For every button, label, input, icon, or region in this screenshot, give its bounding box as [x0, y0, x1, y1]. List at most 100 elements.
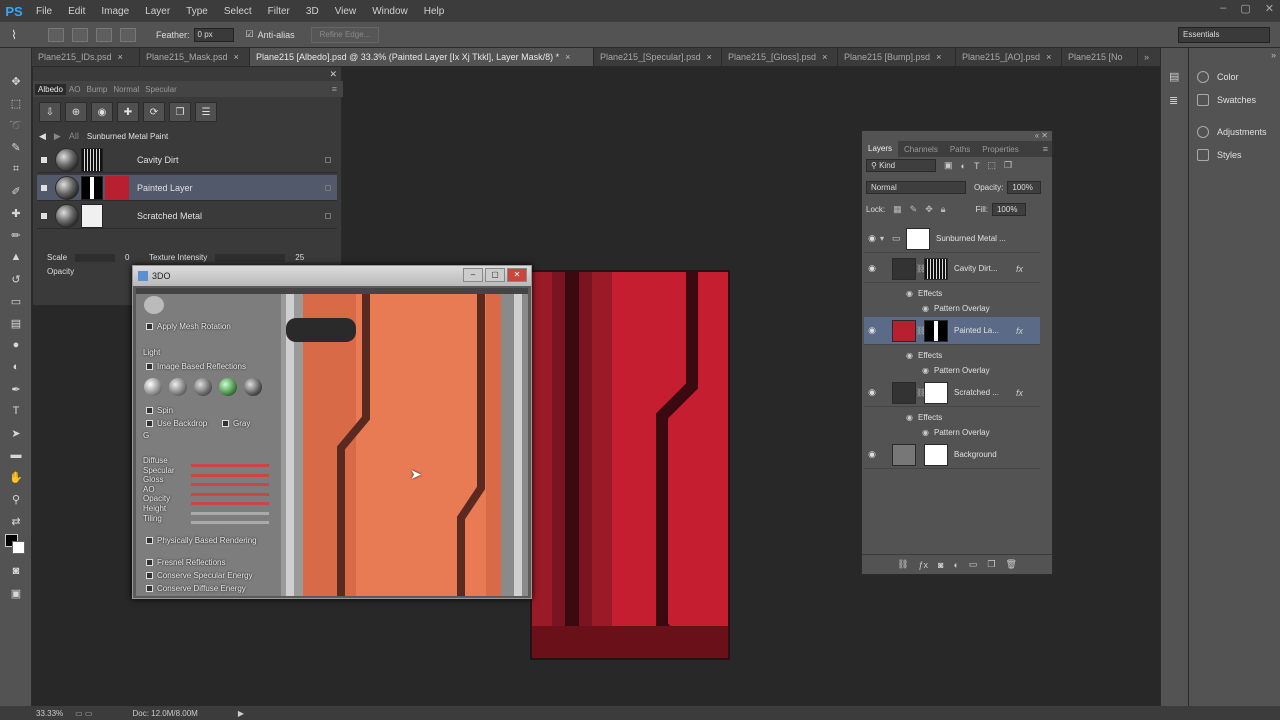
lock-transparent-icon[interactable]: ▦ [893, 204, 902, 215]
blend-mode-select[interactable]: Normal [866, 181, 966, 194]
import-icon[interactable]: ⇩ [39, 102, 61, 122]
ao-slider[interactable] [191, 493, 269, 496]
tab-close-icon[interactable]: × [822, 52, 827, 62]
panel-menu-icon[interactable]: ≡ [332, 84, 337, 94]
scale-slider[interactable] [75, 253, 116, 262]
type-tool-icon[interactable]: T [0, 400, 32, 422]
healing-tool-icon[interactable]: ✚ [0, 202, 32, 224]
shape-tool-icon[interactable]: ▬ [0, 444, 32, 466]
zoom-tool-icon[interactable]: ⚲ [0, 488, 32, 510]
blur-tool-icon[interactable]: ● [0, 334, 32, 356]
tab-properties[interactable]: Properties [976, 145, 1024, 154]
stamp-tool-icon[interactable]: ▲ [0, 246, 32, 268]
delete-layer-icon[interactable]: 🗑︎ [1005, 559, 1016, 570]
history-panel-icon[interactable]: ▤ [1169, 70, 1179, 83]
visibility-eye-icon[interactable]: ◉ [864, 387, 880, 398]
height-slider[interactable] [191, 512, 269, 515]
path-all[interactable]: All [69, 131, 79, 141]
gray-checkbox[interactable] [222, 420, 229, 427]
link-layers-icon[interactable]: ⛓ [897, 559, 908, 570]
tiling-slider[interactable] [191, 521, 269, 524]
properties-panel-icon[interactable]: ≣ [1169, 94, 1178, 107]
pattern-overlay-effect[interactable]: ◉ Pattern Overlay [922, 363, 990, 377]
menu-view[interactable]: View [327, 6, 365, 17]
fill-input[interactable]: 100% [991, 203, 1026, 216]
layer-cavity-dirt[interactable]: ◉ ⛓ Cavity Dirt... fx [864, 255, 1040, 283]
layers-menu-icon[interactable]: ≡ [1043, 144, 1048, 154]
history-brush-icon[interactable]: ↺ [0, 268, 32, 290]
tab-ids[interactable]: Plane215_IDs.psd × [32, 48, 140, 66]
menu-window[interactable]: Window [364, 6, 416, 17]
tab-overflow-icon[interactable]: » [1138, 48, 1158, 66]
env-preset-icon[interactable] [194, 378, 212, 396]
tab-specular[interactable]: Plane215_[Specular].psd × [594, 48, 722, 66]
menu-edit[interactable]: Edit [60, 6, 93, 17]
lasso-tool-icon[interactable]: ➰ [0, 114, 32, 136]
texture-intensity-slider[interactable] [215, 253, 286, 262]
quick-select-tool-icon[interactable]: ✎ [0, 136, 32, 158]
lock-all-icon[interactable]: 🔒︎ [941, 204, 946, 215]
layer-checkbox[interactable] [41, 156, 47, 163]
eraser-tool-icon[interactable]: ▭ [0, 290, 32, 312]
status-menu-icon[interactable]: ▶ [238, 709, 244, 718]
conserve-diffuse-option[interactable]: Conserve Diffuse Energy [146, 584, 246, 593]
layer-checkbox[interactable] [41, 184, 47, 191]
maximize-button[interactable]: ▢ [1240, 2, 1250, 15]
texture-intensity-value[interactable]: 25 [295, 253, 304, 262]
3do-close-button[interactable]: ✕ [507, 268, 527, 282]
kind-filter-select[interactable]: ⚲ Kind [866, 159, 936, 172]
ibl-option[interactable]: Image Based Reflections [146, 362, 246, 371]
screen-mode-icon[interactable]: ▣ [0, 582, 32, 604]
tab-close-icon[interactable]: × [565, 52, 570, 62]
scale-value[interactable]: 0 [125, 253, 129, 262]
spin-checkbox[interactable] [146, 407, 153, 414]
new-selection-icon[interactable] [48, 27, 64, 42]
lock-pixels-icon[interactable]: ✎ [910, 204, 918, 215]
subtab-normal[interactable]: Normal [110, 84, 142, 95]
new-material-icon[interactable]: ⊕ [65, 102, 87, 122]
tab-albedo[interactable]: Plane215 [Albedo].psd @ 33.3% (Painted L… [250, 48, 594, 66]
tab-bump[interactable]: Plane215 [Bump].psd × [838, 48, 956, 66]
panel-styles[interactable]: Styles [1197, 146, 1242, 164]
brush-tool-icon[interactable]: ✏ [0, 224, 32, 246]
subtab-ao[interactable]: AO [66, 84, 84, 95]
workspace-select[interactable]: Essentials [1178, 27, 1270, 43]
effect-eye-icon[interactable]: ◉ [922, 304, 934, 313]
lasso-tool-icon[interactable]: ⌇ [0, 28, 28, 42]
pattern-overlay-effect[interactable]: ◉ Pattern Overlay [922, 301, 990, 315]
env-preset-icon[interactable] [169, 378, 187, 396]
plugin-layer-painted[interactable]: Painted Layer [37, 175, 337, 201]
add-mask-icon[interactable]: ◙ [938, 560, 943, 570]
tab-close-icon[interactable]: × [936, 52, 941, 62]
fx-icon[interactable]: fx [1016, 326, 1023, 336]
pbr-option[interactable]: Physically Based Rendering [146, 536, 257, 545]
conserve-specular-checkbox[interactable] [146, 572, 153, 579]
layer-painted[interactable]: ◉ ⛓ Painted La... fx [864, 317, 1040, 345]
tab-channels[interactable]: Channels [898, 145, 944, 154]
path-select-tool-icon[interactable]: ➤ [0, 422, 32, 444]
menu-file[interactable]: File [28, 6, 60, 17]
new-adjustment-icon[interactable]: ◐ [953, 560, 958, 570]
tab-mask[interactable]: Plane215_Mask.psd × [140, 48, 250, 66]
dock-collapse-icon[interactable]: » [1271, 50, 1276, 60]
group-expand-icon[interactable]: ▾ [880, 234, 892, 243]
menu-filter[interactable]: Filter [260, 6, 298, 17]
effect-eye-icon[interactable]: ◉ [922, 428, 934, 437]
color-swatch[interactable] [105, 175, 129, 200]
swap-colors-icon[interactable]: ⇄ [0, 510, 32, 532]
menu-3d[interactable]: 3D [298, 6, 327, 17]
use-backdrop-checkbox[interactable] [146, 420, 153, 427]
refine-edge-button[interactable]: Refine Edge... [310, 26, 380, 43]
subtab-albedo[interactable]: Albedo [35, 83, 66, 95]
fresnel-checkbox[interactable] [146, 559, 153, 566]
layer-group-sunburned[interactable]: ◉ ▾ ▭ Sunburned Metal ... [864, 225, 1040, 253]
fx-icon[interactable]: fx [1016, 264, 1023, 274]
add-selection-icon[interactable] [72, 27, 88, 42]
hand-tool-icon[interactable]: ✋ [0, 466, 32, 488]
menu-image[interactable]: Image [93, 6, 137, 17]
layer-checkbox[interactable] [41, 212, 47, 219]
zoom-level[interactable]: 33.33% [36, 709, 63, 718]
visibility-eye-icon[interactable]: ◉ [864, 263, 880, 274]
forward-icon[interactable]: ▶ [54, 131, 61, 142]
effect-eye-icon[interactable]: ◉ [906, 351, 918, 360]
